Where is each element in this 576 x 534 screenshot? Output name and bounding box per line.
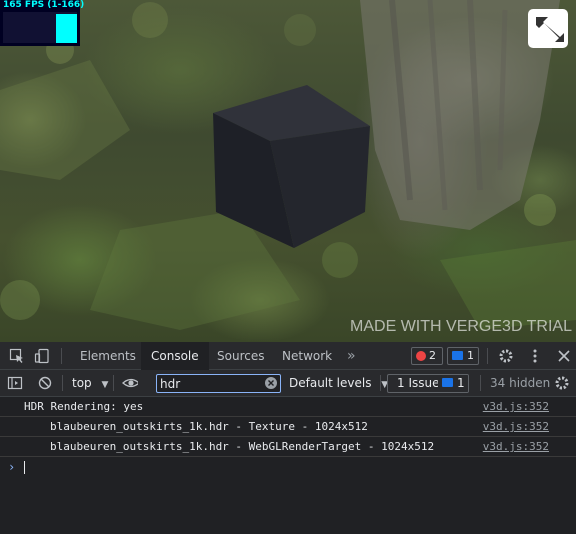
prompt-chevron-icon: › [8,460,16,474]
message-source-link[interactable]: v3d.js:352 [483,420,549,433]
message-icon [452,351,463,360]
fullscreen-button[interactable] [528,9,568,48]
console-message: blaubeuren_outskirts_1k.hdr - WebGLRende… [0,437,576,457]
console-message: blaubeuren_outskirts_1k.hdr - Texture - … [0,417,576,437]
issues-label: 1 Issue: [397,376,444,390]
message-text: blaubeuren_outskirts_1k.hdr - Texture - … [50,420,368,433]
issue-message-icon [442,378,453,387]
tab-console[interactable]: Console [141,342,209,370]
text-caret [24,461,25,474]
toolbar-separator [62,375,63,391]
more-options-icon[interactable] [527,348,543,364]
message-source-link[interactable]: v3d.js:352 [483,440,549,453]
issues-button[interactable]: 1 Issue: 1 [387,374,469,393]
message-count: 1 [467,349,474,362]
console-message: HDR Rendering: yes v3d.js:352 [0,397,576,417]
fps-meter: 165 FPS (1-166) [0,0,84,46]
chevron-down-icon: ▼ [101,380,109,390]
error-count: 2 [429,349,436,362]
trial-watermark: MADE WITH VERGE3D TRIAL [350,318,572,335]
log-levels-label: Default levels [289,376,372,390]
inspect-element-icon[interactable] [9,348,25,364]
error-count-badge[interactable]: 2 [411,347,443,365]
message-text: HDR Rendering: yes [24,400,144,413]
live-expression-eye-icon[interactable] [122,375,138,391]
tab-separator [487,348,488,364]
console-settings-gear-icon[interactable] [554,375,570,391]
tab-elements[interactable]: Elements [70,342,146,370]
clear-console-icon[interactable] [37,375,53,391]
settings-gear-icon[interactable] [498,348,514,364]
devtools-tabbar: Elements Console Sources Network » 2 1 [0,342,576,370]
toolbar-separator [380,375,381,391]
message-count-badge[interactable]: 1 [447,347,479,365]
filter-input[interactable] [160,375,260,392]
log-levels-dropdown[interactable]: Default levels ▼ [289,370,388,396]
hidden-count: 34 hidden [490,376,551,390]
cube-3d[interactable] [0,0,576,342]
tab-network[interactable]: Network [272,342,342,370]
context-label: top [72,376,92,390]
issues-count: 1 [457,376,465,390]
fps-bar [76,14,77,43]
tab-separator [61,348,62,364]
console-messages: HDR Rendering: yes v3d.js:352 blaubeuren… [0,397,576,477]
toolbar-separator [480,375,481,391]
close-devtools-icon[interactable] [556,348,572,364]
more-tabs-button[interactable]: » [337,342,366,370]
fps-label: 165 FPS (1-166) [3,0,85,10]
console-prompt[interactable]: › [0,457,576,477]
devtools-panel: Elements Console Sources Network » 2 1 t… [0,342,576,534]
context-selector[interactable]: top ▼ [72,370,108,396]
error-icon [416,351,426,361]
toolbar-separator [113,375,114,391]
clear-filter-icon[interactable] [265,377,277,389]
device-toolbar-icon[interactable] [34,348,50,364]
fullscreen-icon [536,17,564,42]
console-filter[interactable] [156,374,281,393]
webgl-canvas[interactable]: 165 FPS (1-166) MADE WITH VERGE3D TRIAL [0,0,576,342]
tab-sources[interactable]: Sources [207,342,274,370]
show-sidebar-icon[interactable] [7,375,23,391]
console-toolbar: top ▼ Default levels ▼ 1 Issue: 1 34 hid… [0,370,576,397]
fps-graph [3,12,77,43]
message-source-link[interactable]: v3d.js:352 [483,400,549,413]
message-text: blaubeuren_outskirts_1k.hdr - WebGLRende… [50,440,435,453]
